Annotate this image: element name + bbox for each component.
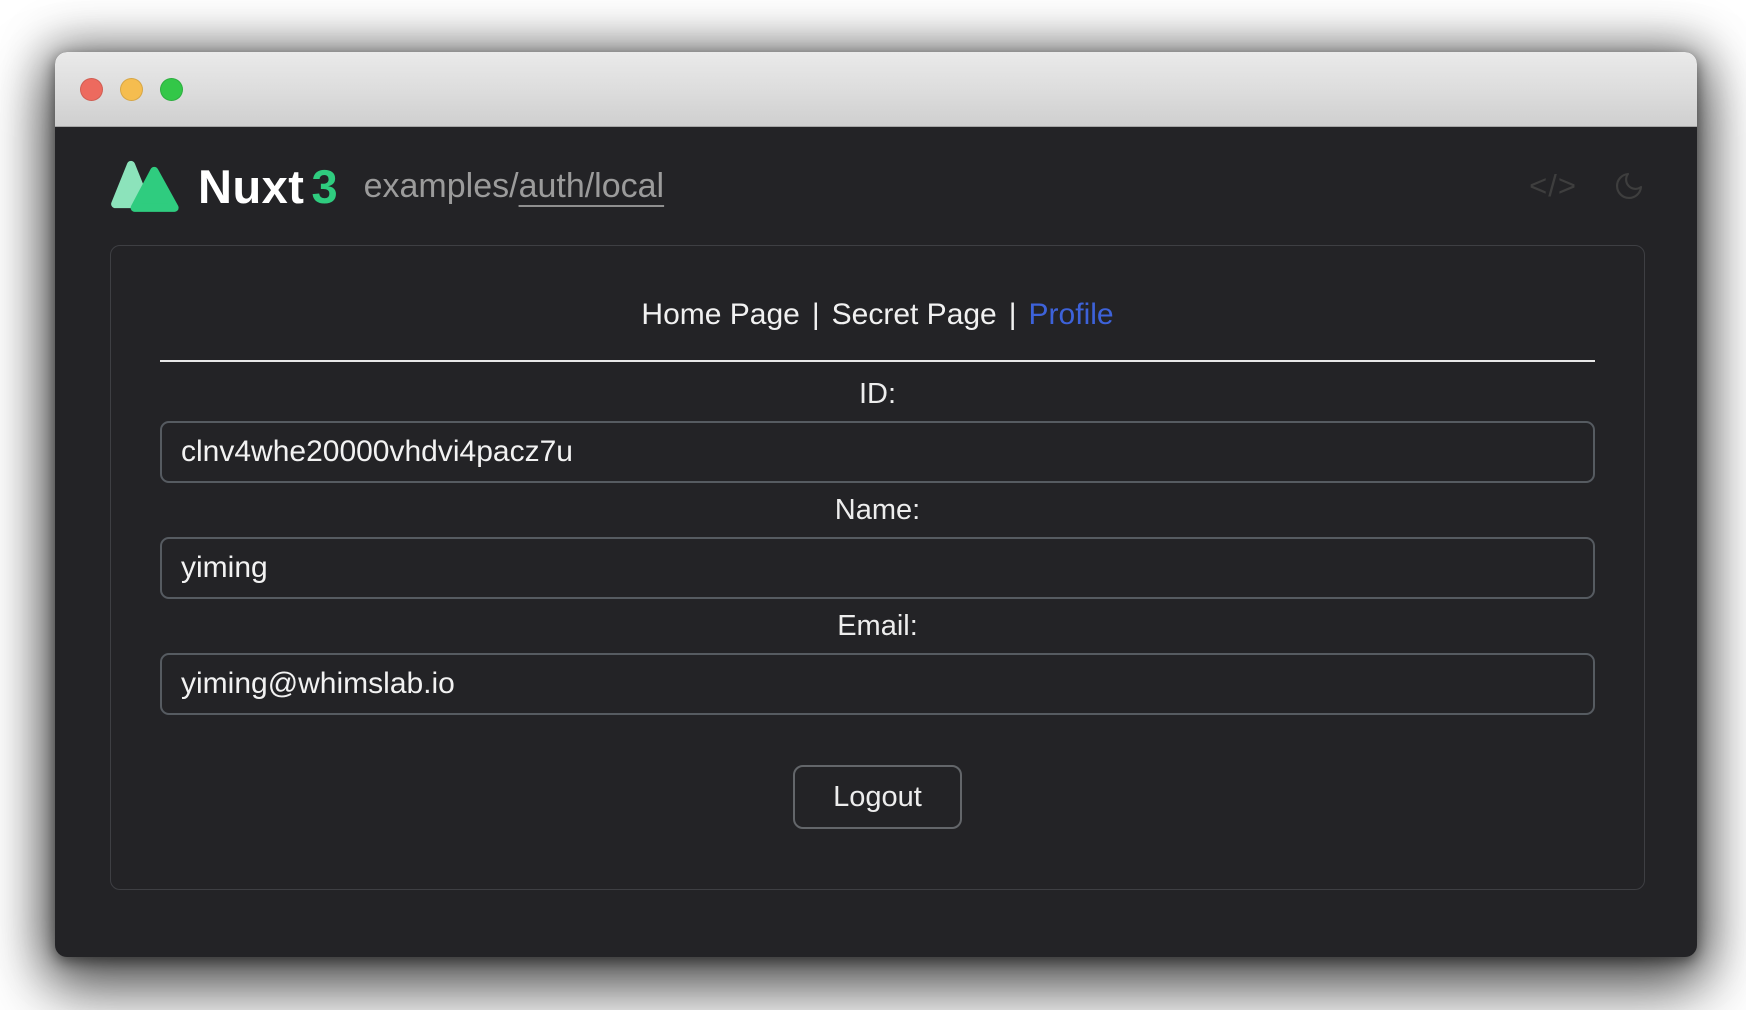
breadcrumb: examples/auth/local [364, 167, 665, 206]
close-button[interactable] [80, 78, 103, 101]
breadcrumb-current-link[interactable]: auth/local [519, 167, 665, 205]
name-input[interactable] [160, 537, 1595, 599]
page-content: Nuxt 3 examples/auth/local </> Home Page… [55, 127, 1697, 957]
email-label: Email: [160, 608, 1595, 644]
window-titlebar[interactable] [55, 52, 1697, 127]
source-code-icon[interactable]: </> [1529, 168, 1577, 204]
id-label: ID: [160, 376, 1595, 412]
breadcrumb-prefix: examples/ [364, 167, 519, 205]
email-input[interactable] [160, 653, 1595, 715]
nav-divider [160, 360, 1595, 362]
app-header: Nuxt 3 examples/auth/local </> [110, 127, 1645, 245]
profile-card: Home Page|Secret Page|Profile ID: Name: … [110, 245, 1645, 890]
id-input[interactable] [160, 421, 1595, 483]
logout-button[interactable]: Logout [793, 765, 962, 829]
nav-link-secret[interactable]: Secret Page [832, 298, 997, 331]
nuxt-logo-link[interactable]: Nuxt 3 [110, 155, 338, 217]
app-window: Nuxt 3 examples/auth/local </> Home Page… [55, 52, 1697, 957]
page-nav: Home Page | Secret Page | Profile [160, 298, 1595, 332]
dark-mode-moon-icon[interactable] [1613, 170, 1645, 202]
nav-link-home[interactable]: Home Page [641, 298, 799, 331]
nav-separator: | [812, 298, 820, 331]
nav-link-profile[interactable]: Profile [1029, 298, 1114, 331]
nuxt-mountains-icon [110, 155, 182, 217]
brand-version: 3 [311, 159, 337, 214]
nav-separator: | [1009, 298, 1017, 331]
brand-name: Nuxt [198, 159, 304, 214]
header-icons: </> [1529, 168, 1645, 204]
minimize-button[interactable] [120, 78, 143, 101]
zoom-button[interactable] [160, 78, 183, 101]
name-label: Name: [160, 492, 1595, 528]
